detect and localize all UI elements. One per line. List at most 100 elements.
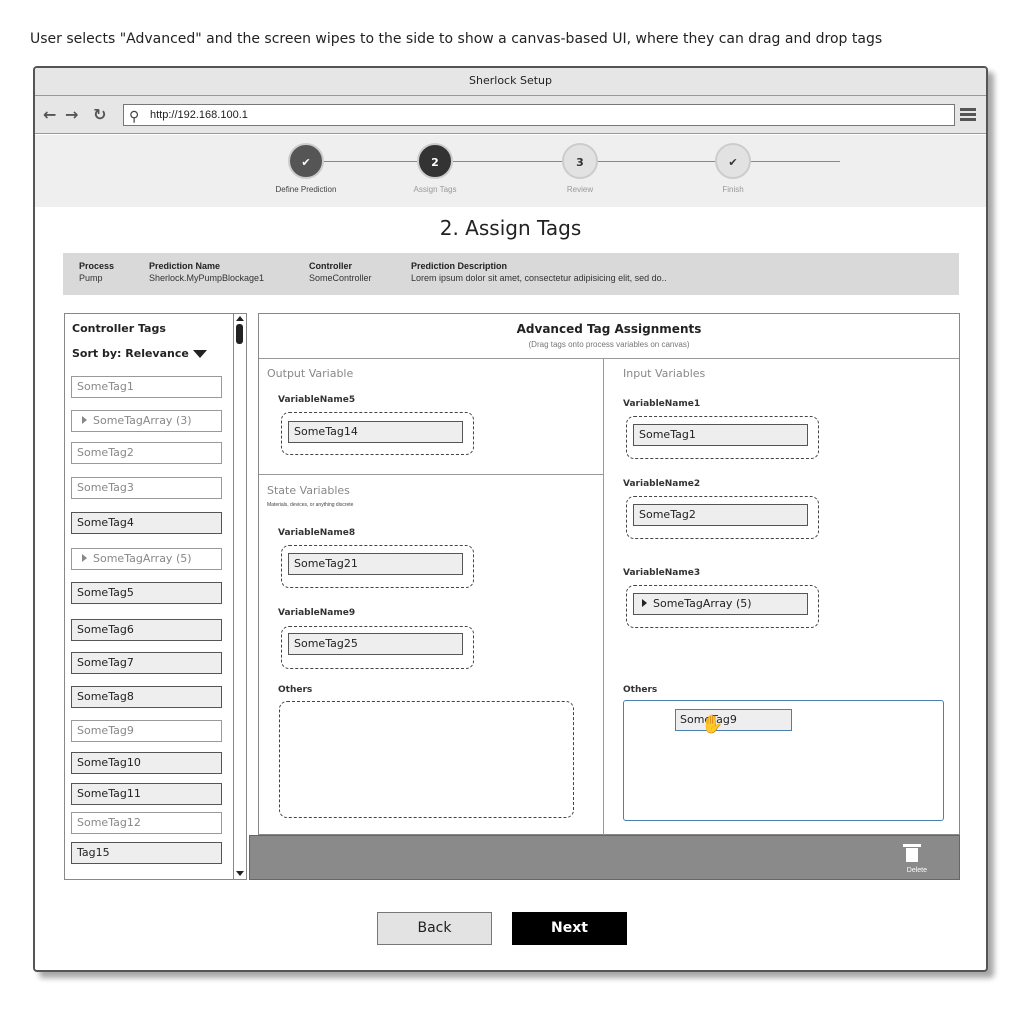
url-bar: ← → ↻ ⚲ http://192.168.100.1 <box>35 96 986 134</box>
prediction-info-bar: Process Pump Prediction Name Sherlock.My… <box>63 253 959 295</box>
tag-canvas[interactable]: Advanced Tag Assignments (Drag tags onto… <box>258 313 960 835</box>
step-number: 2 <box>417 143 453 179</box>
assigned-tag[interactable]: SomeTag1 <box>633 424 808 446</box>
divider <box>259 474 603 475</box>
window-title: Sherlock Setup <box>35 68 986 96</box>
tag-item[interactable]: SomeTag5 <box>71 582 222 604</box>
input-variables-title: Input Variables <box>623 367 706 380</box>
tag-label: SomeTag5 <box>77 586 134 599</box>
assigned-tag[interactable]: SomeTag2 <box>633 504 808 526</box>
expand-triangle-icon[interactable] <box>642 599 647 607</box>
canvas-subtitle: (Drag tags onto process variables on can… <box>528 340 690 349</box>
process-label: Process <box>79 261 115 271</box>
step-number: 3 <box>562 143 598 179</box>
tag-item[interactable]: Tag15 <box>71 842 222 864</box>
controller-tags-title: Controller Tags <box>72 322 166 335</box>
expand-triangle-icon[interactable] <box>82 554 87 562</box>
tag-item[interactable]: SomeTag12 <box>71 812 222 834</box>
wizard-stepper: ✔ Define Prediction 2 Assign Tags 3 Revi… <box>35 135 986 207</box>
step-define-prediction[interactable]: ✔ Define Prediction <box>246 143 366 194</box>
url-input[interactable]: ⚲ http://192.168.100.1 <box>123 104 955 126</box>
sort-dropdown[interactable]: Sort by: Relevance <box>72 347 207 360</box>
step-assign-tags[interactable]: 2 Assign Tags <box>375 143 495 194</box>
tag-array-item[interactable]: SomeTagArray (3) <box>71 410 222 432</box>
tag-label: SomeTagArray (5) <box>93 552 192 565</box>
expand-triangle-icon[interactable] <box>82 416 87 424</box>
tag-item[interactable]: SomeTag2 <box>71 442 222 464</box>
tag-item[interactable]: SomeTag10 <box>71 752 222 774</box>
canvas-title: Advanced Tag Assignments <box>516 322 702 336</box>
tag-label: SomeTag12 <box>77 816 141 829</box>
back-button[interactable]: Back <box>377 912 492 945</box>
tag-label: SomeTag10 <box>77 756 141 769</box>
trash-bar[interactable]: Delete <box>249 835 960 880</box>
step-finish[interactable]: ✔ Finish <box>673 143 793 194</box>
scroll-up-icon[interactable] <box>236 316 244 321</box>
variable-name: VariableName8 <box>278 528 356 538</box>
variable-name: VariableName1 <box>623 399 701 409</box>
others-label: Others <box>278 685 313 695</box>
variable-name: VariableName5 <box>278 395 356 405</box>
url-text: http://192.168.100.1 <box>150 109 248 121</box>
assigned-tag[interactable]: SomeTag25 <box>288 633 463 655</box>
caption: User selects "Advanced" and the screen w… <box>30 31 883 47</box>
tag-label: SomeTagArray (3) <box>93 414 192 427</box>
scroll-down-icon[interactable] <box>236 871 244 876</box>
step-label: Finish <box>722 185 744 194</box>
tag-item[interactable]: SomeTag7 <box>71 652 222 674</box>
tag-label: SomeTag4 <box>77 516 134 529</box>
assigned-tag-array[interactable]: SomeTagArray (5) <box>633 593 808 615</box>
output-variable-title: Output Variable <box>267 367 354 380</box>
description-label: Prediction Description <box>411 261 508 271</box>
variable-name: VariableName3 <box>623 568 701 578</box>
forward-arrow-icon[interactable]: → <box>65 105 78 124</box>
tag-item[interactable]: SomeTag11 <box>71 783 222 805</box>
tag-item[interactable]: SomeTag4 <box>71 512 222 534</box>
tag-label: SomeTag2 <box>77 446 134 459</box>
search-icon: ⚲ <box>129 108 140 124</box>
tag-label: SomeTag7 <box>77 656 134 669</box>
tag-item[interactable]: SomeTag8 <box>71 686 222 708</box>
step-label: Review <box>566 185 594 194</box>
scroll-thumb[interactable] <box>236 324 243 344</box>
delete-label: Delete <box>906 867 927 874</box>
dragging-tag[interactable]: SomeTag9 <box>675 709 792 731</box>
caret-down-icon <box>192 350 207 358</box>
state-others-dropzone[interactable] <box>279 701 574 818</box>
tag-label: SomeTagArray (5) <box>653 597 752 610</box>
prediction-name-label: Prediction Name <box>149 261 221 271</box>
tag-array-item[interactable]: SomeTagArray (5) <box>71 548 222 570</box>
step-review[interactable]: 3 Review <box>520 143 640 194</box>
tag-label: SomeTag3 <box>77 481 134 494</box>
assigned-tag[interactable]: SomeTag14 <box>288 421 463 443</box>
tag-item[interactable]: SomeTag3 <box>71 477 222 499</box>
variable-name: VariableName2 <box>623 479 701 489</box>
divider <box>603 358 604 835</box>
divider <box>259 358 959 359</box>
trash-icon[interactable] <box>903 844 921 862</box>
tag-list-scrollbar[interactable] <box>233 314 246 879</box>
process-value: Pump <box>79 273 103 283</box>
tag-label: SomeTag6 <box>77 623 134 636</box>
tag-label: SomeTag11 <box>77 787 141 800</box>
description-value: Lorem ipsum dolor sit amet, consectetur … <box>411 273 667 283</box>
prediction-name-value: Sherlock.MyPumpBlockage1 <box>149 273 265 283</box>
state-variables-title: State Variables <box>267 484 350 497</box>
checkmark-icon: ✔ <box>288 143 324 179</box>
reload-icon[interactable]: ↻ <box>93 105 106 124</box>
back-arrow-icon[interactable]: ← <box>43 105 56 124</box>
next-button[interactable]: Next <box>512 912 627 945</box>
browser-window: Sherlock Setup ← → ↻ ⚲ http://192.168.10… <box>33 66 988 972</box>
tag-label: Tag15 <box>77 846 110 859</box>
assigned-tag[interactable]: SomeTag21 <box>288 553 463 575</box>
others-label: Others <box>623 685 658 695</box>
variable-name: VariableName9 <box>278 608 356 618</box>
controller-value: SomeController <box>309 273 372 283</box>
tag-item[interactable]: SomeTag9 <box>71 720 222 742</box>
tag-item[interactable]: SomeTag6 <box>71 619 222 641</box>
tag-label: SomeTag1 <box>77 380 134 393</box>
tag-item[interactable]: SomeTag1 <box>71 376 222 398</box>
step-label: Define Prediction <box>275 185 337 194</box>
controller-tags-panel: Controller Tags Sort by: Relevance SomeT… <box>64 313 247 880</box>
hamburger-menu-icon[interactable] <box>960 108 976 122</box>
